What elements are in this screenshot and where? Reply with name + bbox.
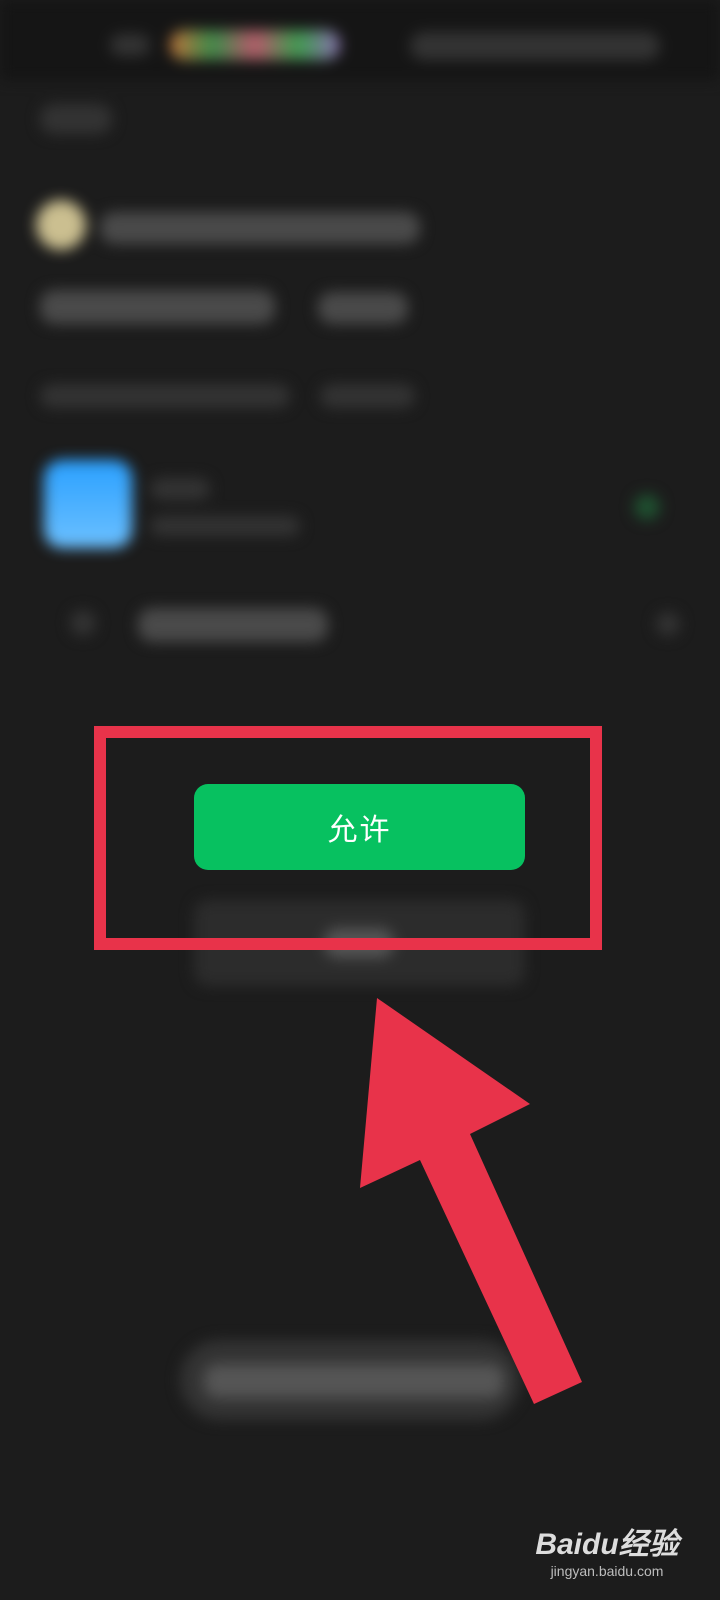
- baidu-paw-icon: Baidu经验: [532, 1528, 682, 1562]
- screen: 允许 Baidu经验 jingyan.baidu.com: [0, 0, 720, 1600]
- watermark-logo-text: Baidu经验: [535, 1528, 679, 1561]
- watermark: Baidu经验 jingyan.baidu.com: [532, 1528, 682, 1580]
- watermark-url: jingyan.baidu.com: [550, 1563, 664, 1579]
- arrow-up-icon: [360, 998, 582, 1404]
